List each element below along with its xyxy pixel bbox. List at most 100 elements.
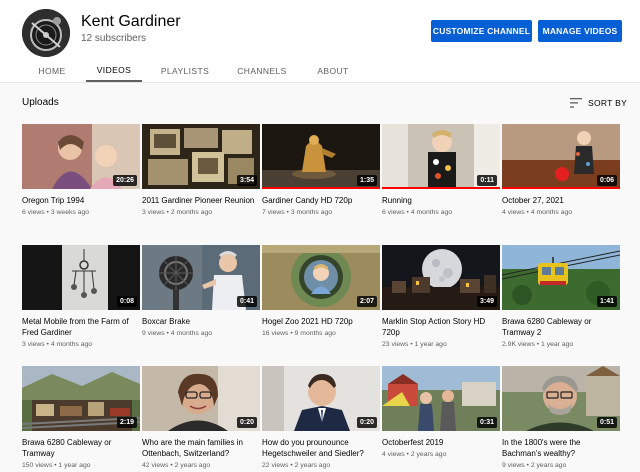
customize-channel-button[interactable]: CUSTOMIZE CHANNEL	[431, 20, 532, 42]
video-card[interactable]: 0:11 Running 6 views • 4 months ago	[382, 124, 500, 245]
video-thumbnail[interactable]: 0:06	[502, 124, 620, 189]
video-meta: 9 views • 4 months ago	[142, 330, 260, 337]
video-duration: 0:08	[116, 296, 137, 307]
video-age: 4 months ago	[410, 209, 453, 216]
video-card[interactable]: 0:41 Boxcar Brake 9 views • 4 months ago	[142, 245, 260, 366]
video-age: 2 years ago	[410, 451, 447, 458]
sort-by-button[interactable]: SORT BY	[570, 96, 627, 110]
header-divider	[0, 82, 640, 83]
video-title[interactable]: Brawa 6280 Cableway or Tramway	[22, 437, 140, 459]
video-card[interactable]: 2:19 Brawa 6280 Cableway or Tramway 150 vi…	[22, 366, 140, 472]
video-card[interactable]: 2:07 Hogel Zoo 2021 HD 720p 16 views • 9 m…	[262, 245, 380, 366]
video-thumbnail[interactable]: 3:54	[142, 124, 260, 189]
video-card[interactable]: 1:41 Brawa 6280 Cableway or Tramway 2 2.9K…	[502, 245, 620, 366]
video-thumbnail[interactable]: 0:31	[382, 366, 500, 431]
video-meta: 4 views • 2 years ago	[382, 451, 500, 458]
video-views: 16 views	[262, 330, 289, 337]
video-thumbnail[interactable]: 2:19	[22, 366, 140, 431]
video-age: 1 year ago	[58, 462, 91, 469]
sort-by-label: SORT BY	[588, 98, 628, 108]
video-views: 7 views	[262, 209, 285, 216]
video-meta: 4 views • 4 months ago	[502, 209, 620, 216]
video-duration: 3:49	[476, 296, 497, 307]
video-card[interactable]: 0:20 How do you prounounce Hegetschweiler…	[262, 366, 380, 472]
video-title[interactable]: October 27, 2021	[502, 195, 620, 206]
subscriber-count: 12 subscribers	[81, 33, 147, 44]
video-views: 22 views	[262, 462, 289, 469]
video-card[interactable]: 0:31 Octoberfest 2019 4 views • 2 years ag…	[382, 366, 500, 472]
video-thumbnail[interactable]: 1:41	[502, 245, 620, 310]
video-meta: 6 views • 4 months ago	[382, 209, 500, 216]
video-views: 6 views	[22, 209, 45, 216]
manage-videos-button[interactable]: MANAGE VIDEOS	[538, 20, 622, 42]
tab-videos[interactable]: VIDEOS	[86, 60, 142, 82]
video-thumbnail[interactable]: 0:51	[502, 366, 620, 431]
video-duration: 0:20	[356, 417, 377, 428]
video-duration: 1:41	[596, 296, 617, 307]
video-card[interactable]: 20:26 Oregon Trip 1994 6 views • 3 weeks a…	[22, 124, 140, 245]
video-views: 23 views	[382, 341, 409, 348]
video-title[interactable]: Gardiner Candy HD 720p	[262, 195, 380, 206]
channel-name: Kent Gardiner	[81, 13, 181, 30]
video-title[interactable]: Marklin Stop Action Story HD 720p	[382, 316, 500, 338]
video-views: 42 views	[142, 462, 169, 469]
video-title[interactable]: Oregon Trip 1994	[22, 195, 140, 206]
video-age: 2 months ago	[170, 209, 213, 216]
video-meta: 22 views • 2 years ago	[262, 462, 380, 469]
video-meta: 3 views • 2 months ago	[142, 209, 260, 216]
video-title[interactable]: Octoberfest 2019	[382, 437, 500, 448]
video-duration: 1:35	[356, 175, 377, 186]
video-thumbnail[interactable]: 3:49	[382, 245, 500, 310]
video-views: 9 views	[142, 330, 165, 337]
video-thumbnail[interactable]: 0:20	[262, 366, 380, 431]
video-card[interactable]: 0:06 October 27, 2021 4 views • 4 months a…	[502, 124, 620, 245]
video-meta: 7 views • 3 months ago	[262, 209, 380, 216]
video-thumbnail[interactable]: 20:26	[22, 124, 140, 189]
video-title[interactable]: Hogel Zoo 2021 HD 720p	[262, 316, 380, 327]
video-title[interactable]: In the 1800's were the Bachman's wealthy…	[502, 437, 620, 459]
video-card[interactable]: 0:08 Metal Mobile from the Farm of Fred G…	[22, 245, 140, 366]
video-thumbnail[interactable]: 0:08	[22, 245, 140, 310]
video-card[interactable]: 0:51 In the 1800's were the Bachman's wea…	[502, 366, 620, 472]
video-title[interactable]: Metal Mobile from the Farm of Fred Gardi…	[22, 316, 140, 338]
video-card[interactable]: 3:54 2011 Gardiner Pioneer Reunion 3 views…	[142, 124, 260, 245]
video-thumbnail[interactable]: 0:20	[142, 366, 260, 431]
tab-playlists[interactable]: PLAYLISTS	[152, 60, 218, 82]
uploads-title: Uploads	[22, 97, 59, 108]
video-thumbnail[interactable]: 2:07	[262, 245, 380, 310]
video-title[interactable]: Boxcar Brake	[142, 316, 260, 327]
channel-avatar[interactable]	[22, 9, 70, 57]
video-duration: 20:26	[113, 175, 137, 186]
video-title[interactable]: Running	[382, 195, 500, 206]
video-title[interactable]: How do you prounounce Hegetschweiler and…	[262, 437, 380, 459]
video-title[interactable]: Brawa 6280 Cableway or Tramway 2	[502, 316, 620, 338]
video-views: 9 views	[502, 462, 525, 469]
video-meta: 6 views • 3 weeks ago	[22, 209, 140, 216]
video-meta: 3 views • 4 months ago	[22, 341, 140, 348]
video-views: 4 views	[382, 451, 405, 458]
watch-progress-bar	[382, 187, 500, 189]
video-meta: 150 views • 1 year ago	[22, 462, 140, 469]
tab-about[interactable]: ABOUT	[306, 60, 360, 82]
sort-icon	[570, 98, 582, 108]
video-thumbnail[interactable]: 0:11	[382, 124, 500, 189]
tab-home[interactable]: HOME	[26, 60, 78, 82]
video-thumbnail[interactable]: 0:41	[142, 245, 260, 310]
video-card[interactable]: 3:49 Marklin Stop Action Story HD 720p 23 …	[382, 245, 500, 366]
video-age: 2 years ago	[530, 462, 567, 469]
video-age: 4 months ago	[170, 330, 213, 337]
video-card[interactable]: 1:35 Gardiner Candy HD 720p 7 views • 3 mo…	[262, 124, 380, 245]
video-age: 2 years ago	[294, 462, 331, 469]
channel-header: Kent Gardiner 12 subscribers CUSTOMIZE C…	[0, 0, 640, 60]
video-title[interactable]: 2011 Gardiner Pioneer Reunion	[142, 195, 260, 206]
video-views: 6 views	[382, 209, 405, 216]
video-card[interactable]: 0:20 Who are the main families in Ottenba…	[142, 366, 260, 472]
video-meta: 42 views • 2 years ago	[142, 462, 260, 469]
video-title[interactable]: Who are the main families in Ottenbach, …	[142, 437, 260, 459]
video-age: 3 weeks ago	[50, 209, 90, 216]
video-meta: 2.9K views • 1 year ago	[502, 341, 620, 348]
watch-progress-bar	[262, 187, 380, 189]
video-age: 1 year ago	[541, 341, 574, 348]
tab-channels[interactable]: CHANNELS	[229, 60, 295, 82]
video-thumbnail[interactable]: 1:35	[262, 124, 380, 189]
